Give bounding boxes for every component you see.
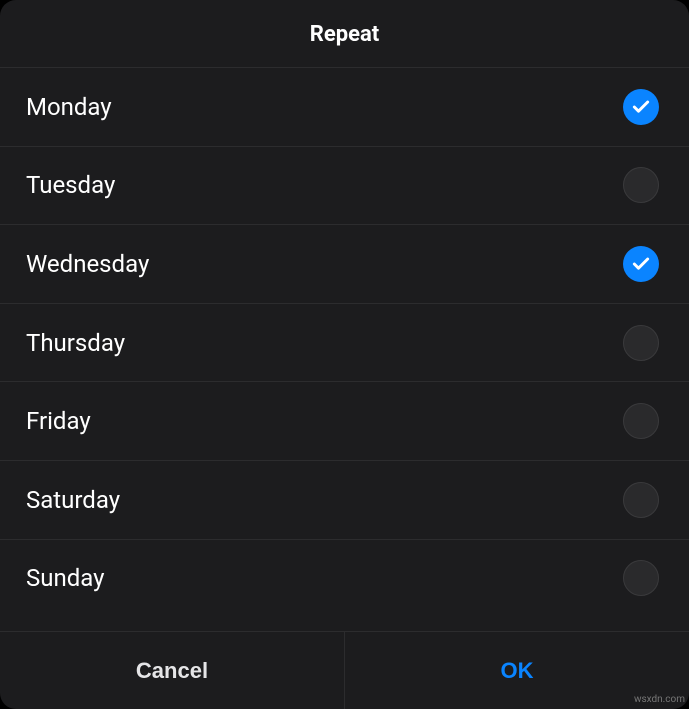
repeat-dialog: Repeat Monday Tuesday Wednesday Thursday… <box>0 0 689 709</box>
day-label: Thursday <box>26 329 125 357</box>
dialog-header: Repeat <box>0 0 689 67</box>
day-row-wednesday[interactable]: Wednesday <box>0 224 689 303</box>
day-row-saturday[interactable]: Saturday <box>0 460 689 539</box>
day-label: Saturday <box>26 486 120 514</box>
watermark: wsxdn.com <box>634 694 685 705</box>
unchecked-circle-icon[interactable] <box>623 403 659 439</box>
day-label: Wednesday <box>26 250 149 278</box>
day-label: Sunday <box>26 564 105 592</box>
day-label: Friday <box>26 407 91 435</box>
dialog-title: Repeat <box>0 22 689 47</box>
checkmark-icon[interactable] <box>623 89 659 125</box>
day-row-tuesday[interactable]: Tuesday <box>0 146 689 225</box>
checkmark-icon[interactable] <box>623 246 659 282</box>
day-row-sunday[interactable]: Sunday <box>0 539 689 618</box>
day-label: Monday <box>26 93 112 121</box>
cancel-button[interactable]: Cancel <box>0 632 345 709</box>
day-label: Tuesday <box>26 171 115 199</box>
day-row-friday[interactable]: Friday <box>0 381 689 460</box>
unchecked-circle-icon[interactable] <box>623 482 659 518</box>
day-row-thursday[interactable]: Thursday <box>0 303 689 382</box>
unchecked-circle-icon[interactable] <box>623 167 659 203</box>
dialog-footer: Cancel OK <box>0 631 689 709</box>
day-row-monday[interactable]: Monday <box>0 67 689 146</box>
unchecked-circle-icon[interactable] <box>623 560 659 596</box>
unchecked-circle-icon[interactable] <box>623 325 659 361</box>
day-list: Monday Tuesday Wednesday Thursday Friday… <box>0 67 689 631</box>
